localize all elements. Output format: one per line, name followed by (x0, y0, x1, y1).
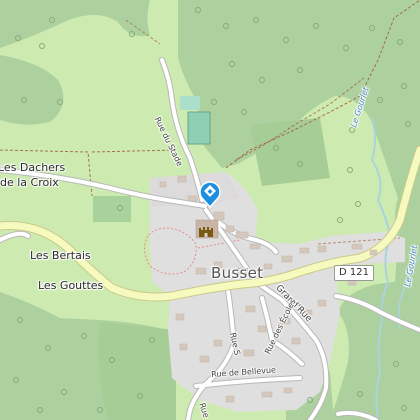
road-shield-d121: D 121 (334, 265, 374, 281)
place-label-les-dachers: Les Dachers (0, 161, 66, 174)
place-label-busset: Busset (211, 264, 264, 282)
place-label-de-la-croix: de la Croix (0, 176, 59, 189)
map-base-layer (0, 0, 420, 420)
place-label-les-gouttes: Les Gouttes (38, 279, 104, 292)
map-canvas[interactable]: Les Dachers de la Croix Les Bertais Les … (0, 0, 420, 420)
place-label-les-bertais: Les Bertais (30, 249, 91, 262)
